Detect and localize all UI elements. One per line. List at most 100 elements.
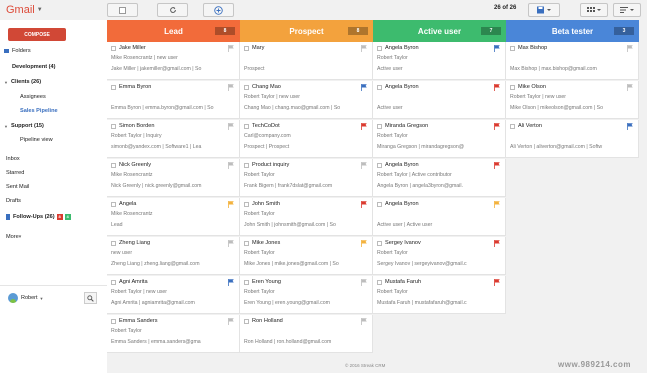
pipeline-card[interactable]: Sergey Ivanov Robert Taylor Sergey Ivanov … bbox=[373, 237, 506, 275]
flag-icon[interactable] bbox=[494, 240, 500, 247]
pipeline-card[interactable]: Nick Greenly Mike Rosencrantz Nick Greenly… bbox=[107, 159, 240, 197]
pipeline-card[interactable]: Emma Sanders Robert Taylor Emma Sanders | … bbox=[107, 315, 240, 353]
select-all-button[interactable] bbox=[107, 3, 138, 17]
pipeline-card[interactable]: Agni Amrita Robert Taylor | new user Agni … bbox=[107, 276, 240, 314]
pipeline-card[interactable]: Mike Olson Robert Taylor | new user Mike O… bbox=[506, 81, 639, 119]
pipeline-card[interactable]: Mary Prospect bbox=[240, 42, 373, 80]
pipeline-card[interactable]: Mike Jones Robert Taylor Mike Jones | mike… bbox=[240, 237, 373, 275]
column-header[interactable]: Lead 8 bbox=[107, 20, 240, 42]
add-button[interactable] bbox=[203, 3, 234, 17]
card-checkbox[interactable] bbox=[377, 163, 382, 168]
pipeline-card[interactable]: Product inquiry Robert Taylor Frank Bigern… bbox=[240, 159, 373, 197]
sidebar-item-starred[interactable]: Starred bbox=[6, 170, 24, 176]
pipeline-card[interactable]: Angela Byron Robert Taylor | Active contr… bbox=[373, 159, 506, 197]
flag-icon[interactable] bbox=[228, 84, 234, 91]
view-grid-button[interactable] bbox=[580, 3, 608, 17]
pipeline-card[interactable]: Emma Byron Emma Byron | emma.byron@gmail.… bbox=[107, 81, 240, 119]
card-checkbox[interactable] bbox=[377, 202, 382, 207]
flag-icon[interactable] bbox=[228, 123, 234, 130]
sidebar-item-support-15[interactable]: ▼ Support (15) bbox=[4, 123, 44, 129]
card-checkbox[interactable] bbox=[111, 85, 116, 90]
pipeline-card[interactable]: Zheng Liang new user Zheng Liang | zheng.l… bbox=[107, 237, 240, 275]
column-header[interactable]: Prospect 8 bbox=[240, 20, 373, 42]
pipeline-card[interactable]: Ron Holland Ron Holland | ron.holland@gma… bbox=[240, 315, 373, 353]
card-checkbox[interactable] bbox=[244, 202, 249, 207]
card-checkbox[interactable] bbox=[111, 163, 116, 168]
flag-icon[interactable] bbox=[361, 45, 367, 52]
pipeline-card[interactable]: TechCoDot Carl@company.com Prospect | Pros… bbox=[240, 120, 373, 158]
flag-icon[interactable] bbox=[494, 45, 500, 52]
sidebar-item-more[interactable]: More ▾ bbox=[6, 234, 21, 240]
card-checkbox[interactable] bbox=[111, 124, 116, 129]
flag-icon[interactable] bbox=[361, 162, 367, 169]
card-checkbox[interactable] bbox=[244, 280, 249, 285]
flag-icon[interactable] bbox=[494, 123, 500, 130]
pipeline-card[interactable]: Angela Byron Robert Taylor Active user bbox=[373, 42, 506, 80]
user-chip[interactable]: Robert ▼ bbox=[8, 293, 43, 303]
refresh-button[interactable] bbox=[157, 3, 188, 17]
column-header[interactable]: Beta tester 3 bbox=[506, 20, 639, 42]
flag-icon[interactable] bbox=[361, 201, 367, 208]
flag-icon[interactable] bbox=[361, 84, 367, 91]
flag-icon[interactable] bbox=[627, 84, 633, 91]
pipeline-card[interactable]: Ali Verton Ali Verton | aliverton@gmail.c… bbox=[506, 120, 639, 158]
card-checkbox[interactable] bbox=[244, 46, 249, 51]
card-checkbox[interactable] bbox=[244, 241, 249, 246]
card-checkbox[interactable] bbox=[111, 202, 116, 207]
card-checkbox[interactable] bbox=[510, 124, 515, 129]
pipeline-card[interactable]: Angela Byron Active user | Active user bbox=[373, 198, 506, 236]
flag-icon[interactable] bbox=[361, 279, 367, 286]
pipeline-card[interactable]: Eren Young Robert Taylor Eren Young | eren… bbox=[240, 276, 373, 314]
flag-icon[interactable] bbox=[228, 201, 234, 208]
flag-icon[interactable] bbox=[228, 240, 234, 247]
pipeline-card[interactable]: Simon Borden Robert Taylor | Inquiry simon… bbox=[107, 120, 240, 158]
pipeline-card[interactable]: Miranda Gregson Robert Taylor Miranga Greg… bbox=[373, 120, 506, 158]
sidebar-item-clients-26[interactable]: ▼ Clients (26) bbox=[4, 79, 41, 85]
card-checkbox[interactable] bbox=[377, 46, 382, 51]
card-checkbox[interactable] bbox=[377, 85, 382, 90]
card-checkbox[interactable] bbox=[377, 241, 382, 246]
card-checkbox[interactable] bbox=[244, 85, 249, 90]
flag-icon[interactable] bbox=[228, 45, 234, 52]
card-checkbox[interactable] bbox=[377, 280, 382, 285]
gmail-logo[interactable]: Gmail ▼ bbox=[6, 4, 43, 16]
card-checkbox[interactable] bbox=[111, 280, 116, 285]
save-dropdown-button[interactable] bbox=[528, 3, 560, 17]
sidebar-item-sales-pipeline[interactable]: Sales Pipeline bbox=[20, 108, 58, 114]
flag-icon[interactable] bbox=[494, 162, 500, 169]
sidebar-item-follow-ups-26[interactable]: Follow-Ups (26) 8 4 bbox=[6, 214, 71, 220]
card-checkbox[interactable] bbox=[111, 241, 116, 246]
card-checkbox[interactable] bbox=[244, 163, 249, 168]
sidebar-item-assignees[interactable]: Assignees bbox=[20, 94, 46, 100]
sidebar-item-folders[interactable]: Folders bbox=[4, 48, 31, 54]
flag-icon[interactable] bbox=[494, 201, 500, 208]
pipeline-card[interactable]: John Smith Robert Taylor John Smith | john… bbox=[240, 198, 373, 236]
card-checkbox[interactable] bbox=[111, 46, 116, 51]
search-people-button[interactable] bbox=[84, 292, 97, 304]
card-checkbox[interactable] bbox=[377, 124, 382, 129]
pipeline-card[interactable]: Max Bishop Max Bishop | max.bishop@gmail.… bbox=[506, 42, 639, 80]
sidebar-item-sent-mail[interactable]: Sent Mail bbox=[6, 184, 29, 190]
sidebar-item-development-4[interactable]: Development (4) bbox=[12, 64, 56, 70]
card-checkbox[interactable] bbox=[244, 124, 249, 129]
flag-icon[interactable] bbox=[494, 279, 500, 286]
flag-icon[interactable] bbox=[361, 318, 367, 325]
sidebar-item-pipeline-view[interactable]: Pipeline view bbox=[20, 137, 53, 143]
pipeline-card[interactable]: Mustafa Faruh Robert Taylor Mustafa Faruh … bbox=[373, 276, 506, 314]
column-header[interactable]: Active user 7 bbox=[373, 20, 506, 42]
flag-icon[interactable] bbox=[494, 84, 500, 91]
sort-button[interactable] bbox=[613, 3, 641, 17]
sidebar-item-inbox[interactable]: Inbox bbox=[6, 156, 20, 162]
pipeline-card[interactable]: Jake Miller Mike Rosencrantz | new user Ja… bbox=[107, 42, 240, 80]
pipeline-card[interactable]: Chang Mao Robert Taylor | new user Chang M… bbox=[240, 81, 373, 119]
flag-icon[interactable] bbox=[627, 123, 633, 130]
card-checkbox[interactable] bbox=[111, 319, 116, 324]
expand-arrow-icon[interactable]: ▼ bbox=[4, 124, 8, 129]
expand-arrow-icon[interactable]: ▼ bbox=[4, 80, 8, 85]
flag-icon[interactable] bbox=[361, 123, 367, 130]
flag-icon[interactable] bbox=[228, 318, 234, 325]
sidebar-item-drafts[interactable]: Drafts bbox=[6, 198, 21, 204]
pipeline-card[interactable]: Angela Byron Active user bbox=[373, 81, 506, 119]
pipeline-card[interactable]: Angela Mike Rosencrantz Lead bbox=[107, 198, 240, 236]
card-checkbox[interactable] bbox=[510, 85, 515, 90]
